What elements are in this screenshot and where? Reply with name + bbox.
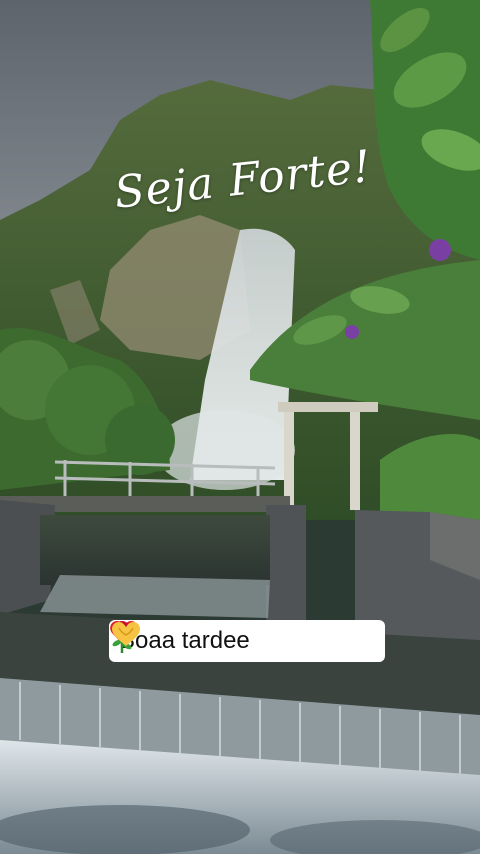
gazebo-post xyxy=(350,410,360,510)
waterfall-photo xyxy=(0,0,480,854)
caption-sticker: Boaa tardee xyxy=(109,620,385,662)
water-pool xyxy=(40,515,270,585)
photo-scene: Seja Forte! Boaa tardee xyxy=(0,0,480,854)
flower xyxy=(429,239,451,261)
stone-pillar xyxy=(266,505,306,620)
gazebo-post xyxy=(284,410,294,505)
mist xyxy=(155,410,295,490)
flower xyxy=(345,325,359,339)
